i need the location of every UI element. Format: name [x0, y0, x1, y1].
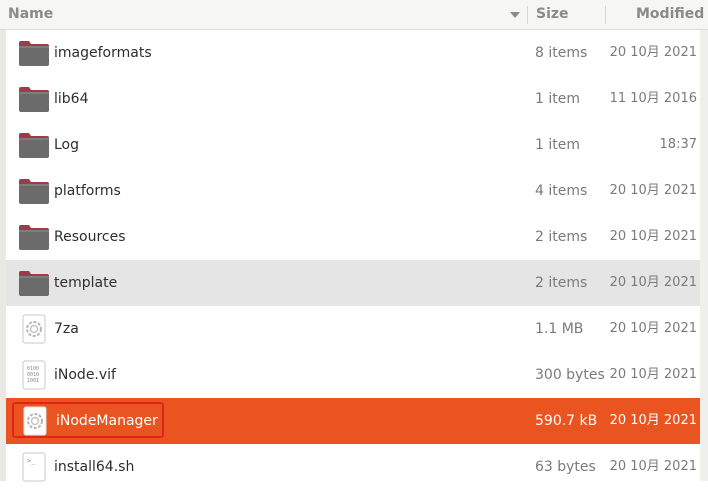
file-row[interactable]: 7za 1.1 MB 20 10月 2021 [6, 306, 700, 352]
file-modified: 11 10月 2016 [609, 91, 697, 106]
file-row[interactable]: >_ install64.sh 63 bytes 20 10月 2021 [6, 444, 700, 490]
file-size: 1.1 MB [535, 321, 584, 337]
size-column-header[interactable]: Size [536, 0, 569, 29]
folder-icon [19, 179, 49, 204]
file-name: template [54, 275, 118, 291]
file-size: 8 items [535, 45, 588, 61]
file-name: iNode.vif [54, 367, 116, 383]
file-size: 300 bytes [535, 367, 605, 383]
file-name: 7za [54, 321, 79, 337]
file-row[interactable]: Resources 2 items 20 10月 2021 [6, 214, 700, 260]
column-divider [527, 6, 528, 24]
window-edge-right [700, 0, 708, 481]
file-size: 1 item [535, 91, 580, 107]
folder-icon [19, 271, 49, 296]
folder-icon [19, 225, 49, 250]
folder-icon [19, 41, 49, 66]
file-row-selected[interactable]: iNodeManager 590.7 kB 20 10月 2021 [6, 398, 700, 444]
file-row[interactable]: template 2 items 20 10月 2021 [6, 260, 700, 306]
file-modified: 20 10月 2021 [609, 367, 697, 382]
file-modified: 18:37 [659, 137, 697, 152]
file-size: 590.7 kB [535, 413, 598, 429]
file-name: install64.sh [54, 459, 135, 475]
file-size: 1 item [535, 137, 580, 153]
file-modified: 20 10月 2021 [609, 459, 697, 474]
file-size: 2 items [535, 275, 588, 291]
executable-gear-icon [23, 406, 47, 436]
name-column-header[interactable]: Name [8, 0, 53, 29]
column-header: Name Size Modified [0, 0, 708, 30]
file-row[interactable]: Log 1 item 18:37 [6, 122, 700, 168]
file-name: Log [54, 137, 80, 153]
column-divider [605, 6, 606, 24]
file-row[interactable]: 0100 0010 1001 iNode.vif 300 bytes 20 10… [6, 352, 700, 398]
folder-icon [19, 87, 49, 112]
file-size: 4 items [535, 183, 588, 199]
file-size: 63 bytes [535, 459, 596, 475]
file-name: imageformats [54, 45, 152, 61]
shell-script-icon: >_ [22, 452, 46, 482]
binary-file-icon: 0100 0010 1001 [22, 360, 46, 390]
file-modified: 20 10月 2021 [609, 413, 697, 428]
file-name: iNodeManager [56, 413, 158, 429]
file-row[interactable]: platforms 4 items 20 10月 2021 [6, 168, 700, 214]
svg-text:>_: >_ [27, 457, 36, 465]
sort-descending-icon[interactable] [510, 12, 520, 18]
file-size: 2 items [535, 229, 588, 245]
file-name: Resources [54, 229, 126, 245]
executable-gear-icon [22, 314, 46, 344]
file-modified: 20 10月 2021 [609, 183, 697, 198]
file-name: lib64 [54, 91, 89, 107]
svg-text:1001: 1001 [27, 378, 39, 384]
file-row[interactable]: imageformats 8 items 20 10月 2021 [6, 30, 700, 76]
file-modified: 20 10月 2021 [609, 321, 697, 336]
file-modified: 20 10月 2021 [609, 275, 697, 290]
file-modified: 20 10月 2021 [609, 229, 697, 244]
file-name: platforms [54, 183, 121, 199]
file-modified: 20 10月 2021 [609, 45, 697, 60]
modified-column-header[interactable]: Modified [636, 0, 704, 29]
file-row[interactable]: lib64 1 item 11 10月 2016 [6, 76, 700, 122]
folder-icon [19, 133, 49, 158]
